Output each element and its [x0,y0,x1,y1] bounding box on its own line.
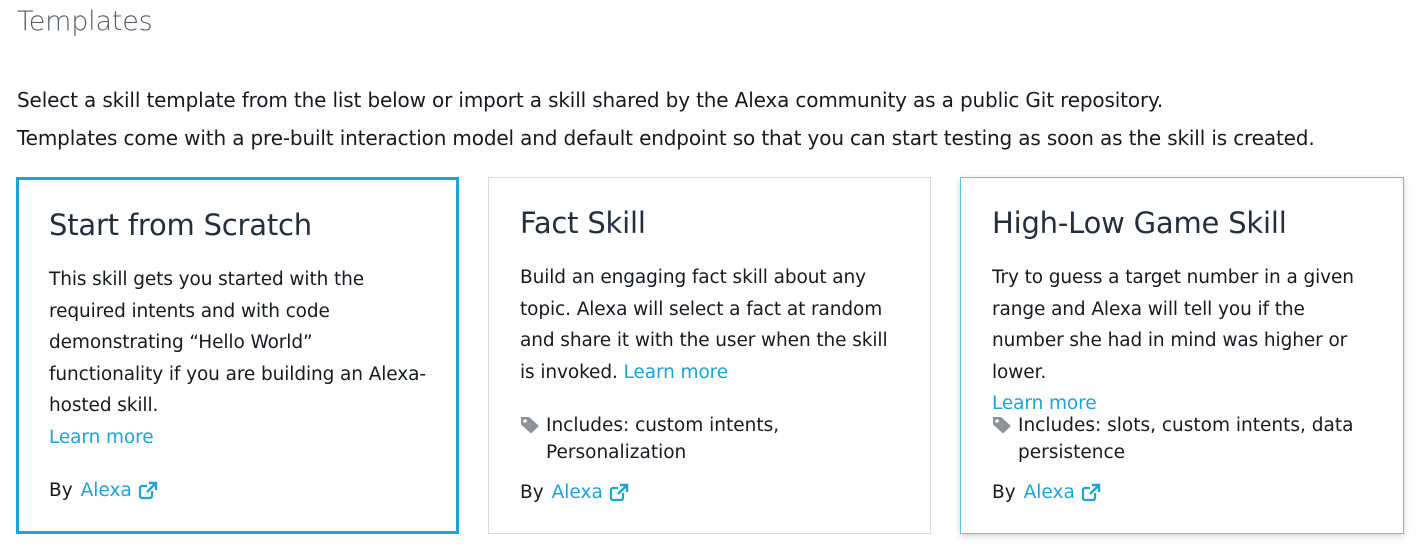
by-label: By [520,482,544,503]
card-byline: By Alexa [49,480,158,501]
card-includes: Includes: slots, custom intents, data pe… [992,412,1375,466]
includes-text: Includes: custom intents, Personalizatio… [546,415,780,463]
author-name: Alexa [80,480,132,501]
external-link-icon [138,481,158,500]
author-link[interactable]: Alexa [81,480,158,501]
card-description: Build an engaging fact skill about any t… [520,262,902,388]
page-description-line-1: Select a skill template from the list be… [17,88,1164,112]
includes-text: Includes: slots, custom intents, data pe… [1018,415,1354,463]
card-description: Try to guess a target number in a given … [992,262,1375,420]
template-card-high-low-game-skill[interactable]: High-Low Game Skill Try to guess a targe… [960,177,1404,534]
author-link[interactable]: Alexa [1024,482,1101,503]
author-name: Alexa [1023,482,1075,503]
learn-more-link[interactable]: Learn more [624,362,729,383]
learn-more-link[interactable]: Learn more [49,427,154,448]
author-link[interactable]: Alexa [552,482,629,503]
template-card-fact-skill[interactable]: Fact Skill Build an engaging fact skill … [488,177,931,534]
card-title: Fact Skill [520,206,646,240]
template-card-start-from-scratch[interactable]: Start from Scratch This skill gets you s… [16,177,459,534]
page-title: Templates [17,6,153,37]
card-byline: By Alexa [520,482,629,503]
card-description-text: This skill gets you started with the req… [49,269,426,416]
card-title: High-Low Game Skill [992,206,1287,240]
card-byline: By Alexa [992,482,1101,503]
page-description-line-2: Templates come with a pre-built interact… [17,126,1315,150]
external-link-icon [1081,483,1101,502]
card-description-text: Try to guess a target number in a given … [992,267,1354,383]
card-includes: Includes: custom intents, Personalizatio… [520,412,902,466]
author-name: Alexa [551,482,603,503]
card-title: Start from Scratch [49,208,312,242]
by-label: By [992,482,1016,503]
external-link-icon [609,483,629,502]
by-label: By [49,480,73,501]
tag-icon [993,417,1011,434]
learn-more-link[interactable]: Learn more [992,393,1097,414]
tag-icon [521,417,539,434]
card-description: This skill gets you started with the req… [49,264,432,453]
